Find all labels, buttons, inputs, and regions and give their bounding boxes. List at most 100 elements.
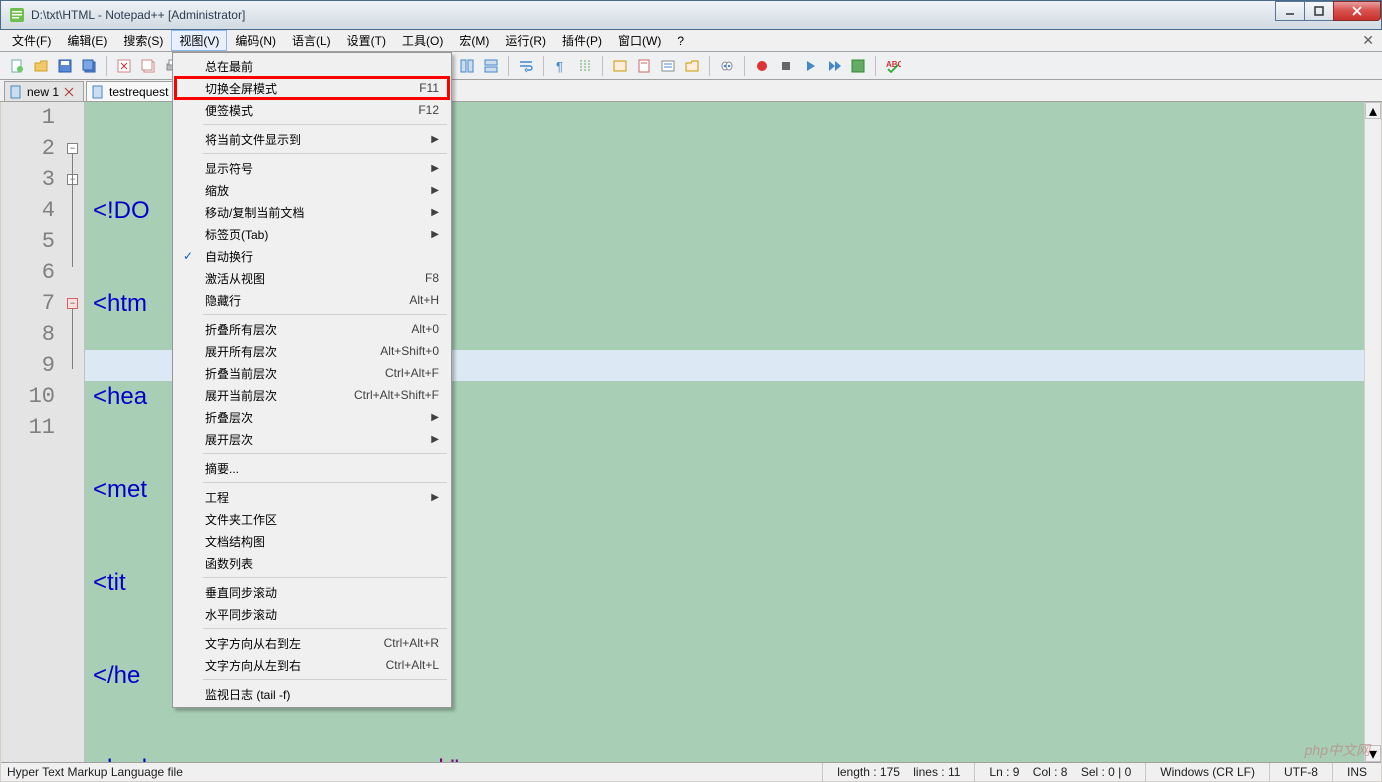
toolbar-save-macro-icon[interactable] [847,55,869,77]
toolbar-spellcheck-icon[interactable]: ABC [882,55,904,77]
menu-help[interactable]: ? [669,30,692,51]
toolbar-play-icon[interactable] [799,55,821,77]
menu-item-工程[interactable]: 工程▶ [175,486,449,508]
window-close-button[interactable] [1333,1,1381,21]
toolbar-indent-guide-icon[interactable] [574,55,596,77]
menu-tools[interactable]: 工具(O) [394,30,451,51]
toolbar-new-icon[interactable] [6,55,28,77]
statusbar: Hyper Text Markup Language file length :… [1,762,1381,781]
menu-item-label: 文档结构图 [205,533,265,550]
menu-item-折叠层次[interactable]: 折叠层次▶ [175,406,449,428]
submenu-arrow-icon: ▶ [431,412,439,423]
file-tab-new1[interactable]: new 1 [4,81,84,101]
vertical-scrollbar[interactable]: ▴ ▾ [1364,102,1381,762]
menu-item-切换全屏模式[interactable]: 切换全屏模式F11 [175,77,449,99]
toolbar-func-list-icon[interactable] [657,55,679,77]
toolbar-doc-map-icon[interactable] [633,55,655,77]
menu-item-垂直同步滚动[interactable]: 垂直同步滚动 [175,581,449,603]
menu-item-文字方向从左到右[interactable]: 文字方向从左到右Ctrl+Alt+L [175,654,449,676]
menu-search[interactable]: 搜索(S) [115,30,171,51]
toolbar-stop-icon[interactable] [775,55,797,77]
menu-item-label: 水平同步滚动 [205,606,277,623]
fold-toggle-icon[interactable]: − [67,298,78,309]
menu-item-将当前文件显示到[interactable]: 将当前文件显示到▶ [175,128,449,150]
menu-item-标签页(Tab)[interactable]: 标签页(Tab)▶ [175,223,449,245]
menubar: 文件(F) 编辑(E) 搜索(S) 视图(V) 编码(N) 语言(L) 设置(T… [0,30,1382,52]
line-number: 1 [1,102,55,133]
file-tab-testrequest[interactable]: testrequest [86,81,177,101]
tab-close-all-icon[interactable]: ✕ [1362,32,1374,49]
menu-item-文档结构图[interactable]: 文档结构图 [175,530,449,552]
menu-item-展开所有层次[interactable]: 展开所有层次Alt+Shift+0 [175,340,449,362]
menu-edit[interactable]: 编辑(E) [59,30,115,51]
menu-item-便签模式[interactable]: 便签模式F12 [175,99,449,121]
menu-item-移动/复制当前文档[interactable]: 移动/复制当前文档▶ [175,201,449,223]
menu-item-label: 折叠当前层次 [205,365,277,382]
toolbar-monitor-icon[interactable] [716,55,738,77]
menu-item-总在最前[interactable]: 总在最前 [175,55,449,77]
toolbar-save-icon[interactable] [54,55,76,77]
scroll-up-icon[interactable]: ▴ [1365,102,1381,119]
scroll-down-icon[interactable]: ▾ [1365,745,1381,762]
toolbar-play-multi-icon[interactable] [823,55,845,77]
menu-item-展开当前层次[interactable]: 展开当前层次Ctrl+Alt+Shift+F [175,384,449,406]
menu-item-文件夹工作区[interactable]: 文件夹工作区 [175,508,449,530]
submenu-arrow-icon: ▶ [431,207,439,218]
status-cursor: Ln : 9 Col : 8 Sel : 0 | 0 [974,763,1145,781]
menu-item-函数列表[interactable]: 函数列表 [175,552,449,574]
menu-item-监视日志 (tail -f)[interactable]: 监视日志 (tail -f) [175,683,449,705]
menu-item-label: 缩放 [205,182,229,199]
menu-item-label: 激活从视图 [205,270,265,287]
gutter: 1234567891011 − − − [1,102,85,762]
toolbar-close-icon[interactable] [113,55,135,77]
menu-item-激活从视图[interactable]: 激活从视图F8 [175,267,449,289]
menu-item-缩放[interactable]: 缩放▶ [175,179,449,201]
menu-separator [203,153,447,154]
toolbar-save-all-icon[interactable] [78,55,100,77]
menu-item-自动换行[interactable]: ✓自动换行 [175,245,449,267]
menu-shortcut: Ctrl+Alt+Shift+F [354,388,439,402]
toolbar-wordwrap-icon[interactable] [515,55,537,77]
menu-item-label: 函数列表 [205,555,253,572]
menu-run[interactable]: 运行(R) [497,30,554,51]
toolbar-lang-icon[interactable] [609,55,631,77]
toolbar-open-icon[interactable] [30,55,52,77]
fold-toggle-icon[interactable]: − [67,143,78,154]
toolbar-sync-v-icon[interactable] [456,55,478,77]
window-maximize-button[interactable] [1304,1,1334,21]
line-number: 8 [1,319,55,350]
toolbar-folder-icon[interactable] [681,55,703,77]
window-minimize-button[interactable] [1275,1,1305,21]
menu-item-隐藏行[interactable]: 隐藏行Alt+H [175,289,449,311]
menu-window[interactable]: 窗口(W) [610,30,669,51]
menu-item-文字方向从右到左[interactable]: 文字方向从右到左Ctrl+Alt+R [175,632,449,654]
window-titlebar: D:\txt\HTML - Notepad++ [Administrator] [0,0,1382,30]
menu-file[interactable]: 文件(F) [4,30,59,51]
menu-view[interactable]: 视图(V) [171,30,227,51]
submenu-arrow-icon: ▶ [431,163,439,174]
check-icon: ✓ [183,249,193,263]
menu-shortcut: Alt+0 [411,322,439,336]
menu-item-折叠所有层次[interactable]: 折叠所有层次Alt+0 [175,318,449,340]
menu-item-展开层次[interactable]: 展开层次▶ [175,428,449,450]
menu-item-摘要...[interactable]: 摘要... [175,457,449,479]
toolbar-sync-h-icon[interactable] [480,55,502,77]
submenu-arrow-icon: ▶ [431,134,439,145]
toolbar-show-all-chars-icon[interactable]: ¶ [550,55,572,77]
toolbar-record-icon[interactable] [751,55,773,77]
menu-item-折叠当前层次[interactable]: 折叠当前层次Ctrl+Alt+F [175,362,449,384]
menu-macro[interactable]: 宏(M) [451,30,497,51]
toolbar-close-all-icon[interactable] [137,55,159,77]
status-eol: Windows (CR LF) [1145,763,1269,781]
tab-label: new 1 [27,85,59,99]
menu-shortcut: F12 [418,103,439,117]
menu-item-label: 隐藏行 [205,292,241,309]
menu-language[interactable]: 语言(L) [284,30,339,51]
menu-item-水平同步滚动[interactable]: 水平同步滚动 [175,603,449,625]
menu-plugins[interactable]: 插件(P) [554,30,610,51]
menu-encoding[interactable]: 编码(N) [227,30,284,51]
menu-item-label: 显示符号 [205,160,253,177]
tab-close-icon[interactable] [63,86,75,98]
menu-item-显示符号[interactable]: 显示符号 ▶ [175,157,449,179]
menu-settings[interactable]: 设置(T) [339,30,394,51]
